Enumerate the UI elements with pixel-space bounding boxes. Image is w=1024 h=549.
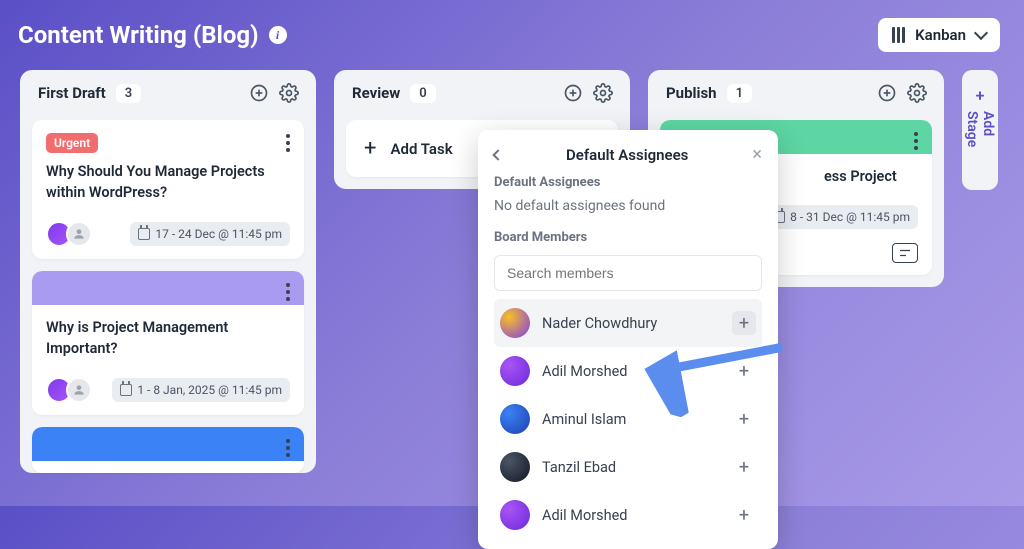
column-settings-icon[interactable] bbox=[278, 82, 300, 104]
card-edit-icon[interactable] bbox=[892, 243, 918, 263]
calendar-icon bbox=[138, 228, 150, 240]
member-name: Adil Morshed bbox=[542, 507, 720, 524]
due-date-chip[interactable]: 8 - 31 Dec @ 11:45 pm bbox=[765, 205, 918, 229]
add-task-icon[interactable] bbox=[562, 82, 584, 104]
kanban-icon bbox=[892, 27, 905, 43]
add-member-icon[interactable]: + bbox=[732, 455, 756, 479]
member-name: Adil Morshed bbox=[542, 363, 720, 380]
card-menu-icon[interactable] bbox=[282, 279, 294, 305]
popover-title: Default Assignees bbox=[566, 146, 688, 164]
card-title-partial: ess Project bbox=[824, 166, 918, 187]
member-row[interactable]: Adil Morshed + bbox=[494, 347, 762, 395]
add-stage-label: Add Stage bbox=[964, 111, 996, 174]
column-title: Publish bbox=[666, 84, 717, 102]
avatar bbox=[500, 404, 530, 434]
back-icon[interactable] bbox=[492, 149, 503, 160]
column-title: Review bbox=[352, 84, 400, 102]
add-member-icon[interactable]: + bbox=[732, 311, 756, 335]
avatar-placeholder bbox=[66, 377, 92, 403]
avatar bbox=[500, 500, 530, 530]
urgent-tag: Urgent bbox=[46, 133, 98, 153]
card-menu-icon[interactable] bbox=[282, 130, 294, 156]
view-label: Kanban bbox=[915, 26, 966, 44]
column-count: 0 bbox=[410, 84, 435, 103]
member-name: Nader Chowdhury bbox=[542, 315, 720, 332]
add-member-icon[interactable]: + bbox=[732, 359, 756, 383]
avatar bbox=[500, 452, 530, 482]
view-switcher[interactable]: Kanban bbox=[878, 18, 1000, 52]
card-menu-icon[interactable] bbox=[282, 435, 294, 461]
section-heading: Board Members bbox=[494, 230, 762, 245]
info-icon[interactable]: i bbox=[269, 26, 287, 44]
empty-state-text: No default assignees found bbox=[494, 198, 762, 214]
page-title: Content Writing (Blog) bbox=[18, 21, 259, 49]
member-name: Aminul Islam bbox=[542, 411, 720, 428]
calendar-icon bbox=[120, 384, 132, 396]
avatar bbox=[500, 308, 530, 338]
column-settings-icon[interactable] bbox=[592, 82, 614, 104]
add-member-icon[interactable]: + bbox=[732, 407, 756, 431]
member-row[interactable]: Aminul Islam + bbox=[494, 395, 762, 443]
task-card[interactable]: Why is Project Management Important? 1 -… bbox=[32, 271, 304, 415]
due-date-chip[interactable]: 1 - 8 Jan, 2025 @ 11:45 pm bbox=[112, 378, 290, 402]
add-task-icon[interactable] bbox=[248, 82, 270, 104]
member-name: Tanzil Ebad bbox=[542, 459, 720, 476]
assignee-avatars[interactable] bbox=[46, 377, 92, 403]
member-row[interactable]: Tanzil Ebad + bbox=[494, 443, 762, 491]
due-date-chip[interactable]: 17 - 24 Dec @ 11:45 pm bbox=[130, 222, 290, 246]
default-assignees-popover: Default Assignees × Default Assignees No… bbox=[478, 130, 778, 549]
add-stage-button[interactable]: + Add Stage bbox=[962, 70, 998, 190]
column-first-draft: First Draft 3 Urgent Why Should You Mana… bbox=[20, 70, 316, 473]
add-task-label: Add Task bbox=[390, 140, 452, 158]
task-card[interactable]: Urgent Why Should You Manage Projects wi… bbox=[32, 120, 304, 259]
plus-icon: + bbox=[976, 86, 985, 105]
column-title: First Draft bbox=[38, 84, 106, 102]
column-count: 3 bbox=[116, 84, 141, 103]
card-title: Why Should You Manage Projects within Wo… bbox=[46, 161, 286, 203]
plus-icon: + bbox=[364, 136, 376, 161]
due-date-text: 1 - 8 Jan, 2025 @ 11:45 pm bbox=[137, 383, 282, 397]
due-date-text: 17 - 24 Dec @ 11:45 pm bbox=[155, 227, 282, 241]
card-menu-icon[interactable] bbox=[910, 128, 922, 154]
column-settings-icon[interactable] bbox=[906, 82, 928, 104]
card-title: Why is Project Management Important? bbox=[46, 317, 286, 359]
column-count: 1 bbox=[727, 84, 752, 103]
add-task-icon[interactable] bbox=[876, 82, 898, 104]
due-date-text: 8 - 31 Dec @ 11:45 pm bbox=[790, 210, 910, 224]
member-row[interactable]: Nader Chowdhury + bbox=[494, 299, 762, 347]
assignee-avatars[interactable] bbox=[46, 221, 92, 247]
member-row[interactable]: Adil Morshed + bbox=[494, 491, 762, 539]
search-members-input[interactable] bbox=[494, 255, 762, 291]
close-icon[interactable]: × bbox=[752, 144, 762, 165]
avatar-placeholder bbox=[66, 221, 92, 247]
section-heading: Default Assignees bbox=[494, 175, 762, 190]
avatar bbox=[500, 356, 530, 386]
add-member-icon[interactable]: + bbox=[732, 503, 756, 527]
chevron-down-icon bbox=[974, 26, 988, 40]
task-card[interactable] bbox=[32, 427, 304, 473]
